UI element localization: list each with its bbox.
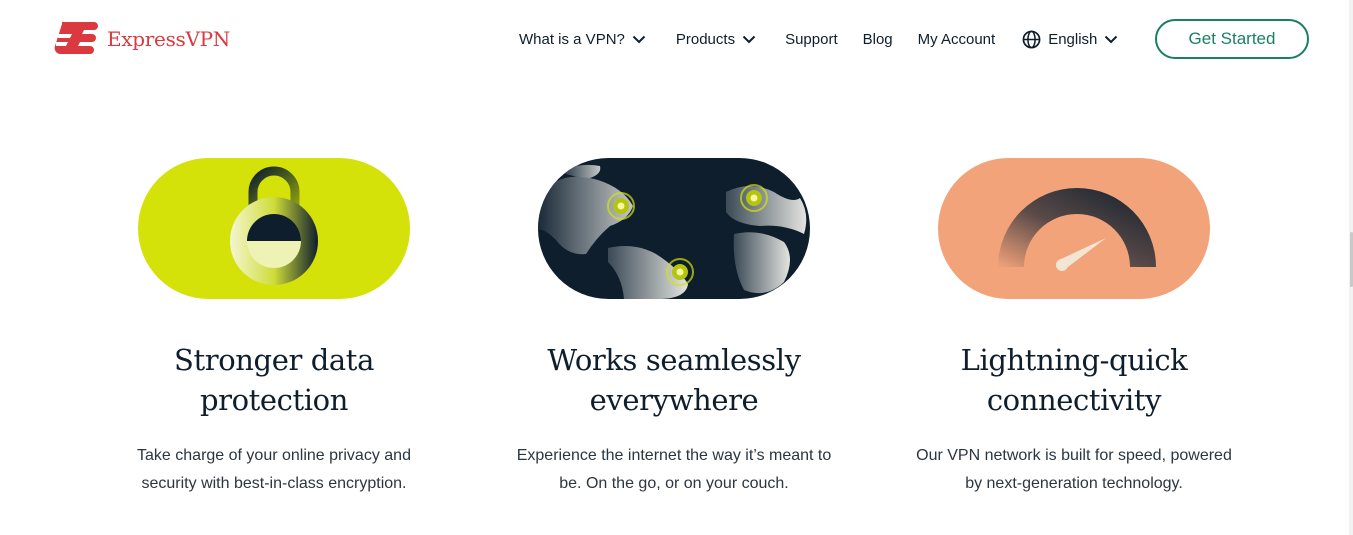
site-header: ExpressVPN What is a VPN? Products Suppo… [0,0,1353,80]
chevron-down-icon [742,35,756,43]
feature-title: Works seamlessly everywhere [514,340,834,420]
feature-illustration [138,158,410,299]
feature-title-line: connectivity [986,383,1162,417]
nav-item-what-is-a-vpn[interactable]: What is a VPN? [519,31,646,48]
feature-title-line: Stronger data [174,343,374,377]
nav-item-label: Products [675,30,736,48]
feature-description-line: Our VPN network is built for speed, powe… [916,447,1232,464]
chevron-down-icon [632,35,646,43]
language-label: English [1048,30,1098,48]
brand-name: ExpressVPN [107,27,231,51]
feature-data-protection: Stronger data protection Take charge of … [114,158,434,498]
feature-title: Lightning-quick connectivity [914,340,1234,420]
speedometer-icon [938,158,1210,299]
feature-description-line: Take charge of your online privacy and [137,447,411,464]
feature-description-line: Experience the internet the way it’s mea… [516,447,832,464]
nav-item-label: My Account [917,30,996,48]
feature-description-line: security with best-in-class encryption. [141,475,407,492]
feature-title-line: everywhere [589,383,759,417]
language-selector[interactable]: English [1022,30,1118,49]
nav-item-my-account[interactable]: My Account [918,31,996,48]
feature-fast-connectivity: Lightning-quick connectivity Our VPN net… [914,158,1234,498]
feature-title-line: protection [199,383,348,417]
nav-item-label: What is a VPN? [519,30,625,48]
nav-item-products[interactable]: Products [676,31,756,48]
expressvpn-logo-icon [54,22,98,54]
feature-description: Take charge of your online privacy and s… [104,442,444,498]
feature-description-line: be. On the go, or on your couch. [559,475,789,492]
feature-illustration [538,158,810,299]
get-started-button[interactable]: Get Started [1155,19,1309,59]
feature-description: Experience the internet the way it’s mea… [504,442,844,498]
feature-description: Our VPN network is built for speed, powe… [904,442,1244,498]
padlock-icon [138,158,410,299]
world-map-icon [538,158,810,299]
feature-works-everywhere: Works seamlessly everywhere Experience t… [514,158,834,498]
feature-description-line: by next-generation technology. [965,475,1183,492]
chevron-down-icon [1105,35,1118,43]
nav-item-blog[interactable]: Blog [863,31,893,48]
brand-logo[interactable]: ExpressVPN [54,20,230,58]
main-nav: What is a VPN? Products Support Blog My … [519,28,1118,50]
feature-illustration [938,158,1210,299]
feature-title-line: Lightning-quick [960,343,1188,377]
globe-icon [1022,30,1041,48]
feature-title: Stronger data protection [114,340,434,420]
nav-item-support[interactable]: Support [785,31,838,48]
nav-item-label: Blog [862,30,893,48]
feature-title-line: Works seamlessly [547,343,801,377]
nav-item-label: Support [785,30,838,48]
